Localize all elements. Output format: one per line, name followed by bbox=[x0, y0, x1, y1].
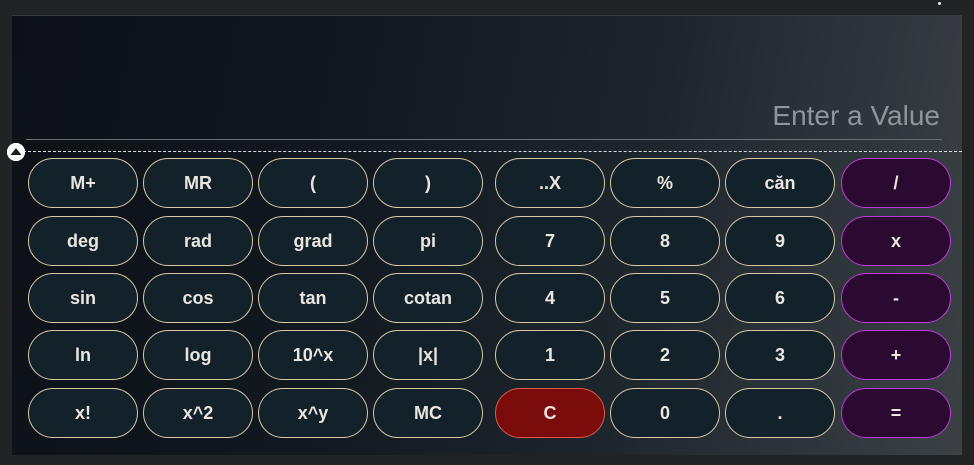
log-button[interactable]: log bbox=[143, 330, 253, 380]
digit-9-button[interactable]: 9 bbox=[725, 216, 835, 266]
abs-button[interactable]: |x| bbox=[373, 330, 483, 380]
grad-button[interactable]: grad bbox=[258, 216, 368, 266]
cotan-button[interactable]: cotan bbox=[373, 273, 483, 323]
plus-button[interactable]: + bbox=[841, 330, 951, 380]
open-paren-button[interactable]: ( bbox=[258, 158, 368, 208]
clear-button[interactable]: C bbox=[495, 388, 605, 438]
square-button[interactable]: x^2 bbox=[143, 388, 253, 438]
deg-button[interactable]: deg bbox=[28, 216, 138, 266]
cos-button[interactable]: cos bbox=[143, 273, 253, 323]
divide-button[interactable]: / bbox=[841, 158, 951, 208]
power-button[interactable]: x^y bbox=[258, 388, 368, 438]
digit-2-button[interactable]: 2 bbox=[610, 330, 720, 380]
digit-5-button[interactable]: 5 bbox=[610, 273, 720, 323]
calculator-panel: M+ MR ( ) ..X % căn / deg rad grad pi 7 … bbox=[7, 15, 962, 456]
rad-button[interactable]: rad bbox=[143, 216, 253, 266]
minus-button[interactable]: - bbox=[841, 273, 951, 323]
tan-button[interactable]: tan bbox=[258, 273, 368, 323]
m-plus-button[interactable]: M+ bbox=[28, 158, 138, 208]
percent-button[interactable]: % bbox=[610, 158, 720, 208]
m-recall-button[interactable]: MR bbox=[143, 158, 253, 208]
keypad: M+ MR ( ) ..X % căn / deg rad grad pi 7 … bbox=[12, 16, 962, 456]
pow10-button[interactable]: 10^x bbox=[258, 330, 368, 380]
m-clear-button[interactable]: MC bbox=[373, 388, 483, 438]
sqrt-button[interactable]: căn bbox=[725, 158, 835, 208]
digit-0-button[interactable]: 0 bbox=[610, 388, 720, 438]
close-paren-button[interactable]: ) bbox=[373, 158, 483, 208]
factorial-button[interactable]: x! bbox=[28, 388, 138, 438]
equals-button[interactable]: = bbox=[841, 388, 951, 438]
digit-8-button[interactable]: 8 bbox=[610, 216, 720, 266]
pi-button[interactable]: pi bbox=[373, 216, 483, 266]
multiply-button[interactable]: x bbox=[841, 216, 951, 266]
calculator-window: M+ MR ( ) ..X % căn / deg rad grad pi 7 … bbox=[0, 0, 974, 465]
digit-6-button[interactable]: 6 bbox=[725, 273, 835, 323]
ln-button[interactable]: ln bbox=[28, 330, 138, 380]
decimal-button[interactable]: . bbox=[725, 388, 835, 438]
digit-7-button[interactable]: 7 bbox=[495, 216, 605, 266]
digit-4-button[interactable]: 4 bbox=[495, 273, 605, 323]
dot-x-button[interactable]: ..X bbox=[495, 158, 605, 208]
menu-dot-icon bbox=[938, 2, 941, 5]
digit-1-button[interactable]: 1 bbox=[495, 330, 605, 380]
digit-3-button[interactable]: 3 bbox=[725, 330, 835, 380]
sin-button[interactable]: sin bbox=[28, 273, 138, 323]
